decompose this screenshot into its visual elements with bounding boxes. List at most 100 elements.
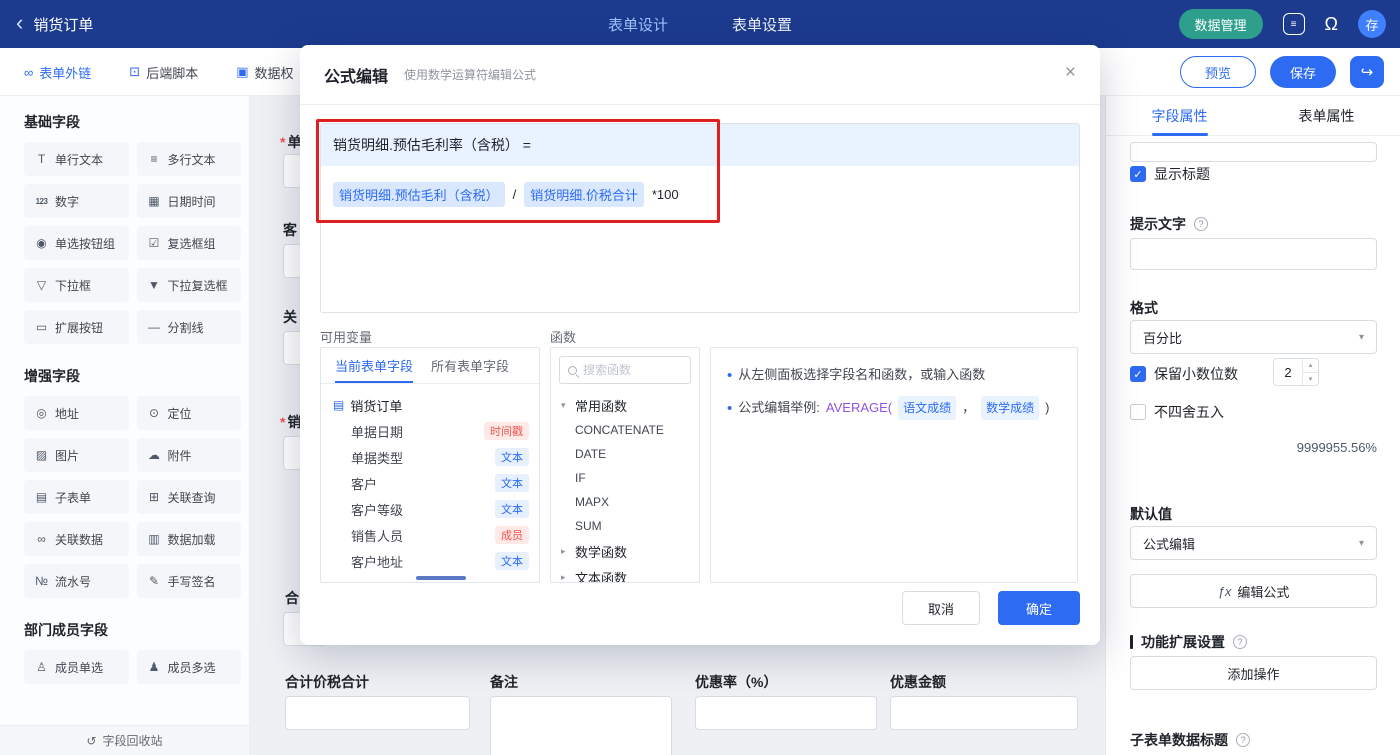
share-button[interactable]: ↪ (1350, 56, 1384, 88)
function-item[interactable]: CONCATENATE (551, 418, 699, 442)
form-external-link-button[interactable]: ∞ 表单外链 (24, 63, 91, 82)
linked-data-icon: ∞ (37, 532, 46, 546)
app-icon[interactable]: ≡ (1282, 13, 1305, 35)
remark-input[interactable] (490, 696, 672, 755)
field-btn-dropdown[interactable]: ▽ 下拉框 (24, 268, 129, 302)
data-manage-button[interactable]: 数据管理 (1178, 9, 1263, 39)
function-search-input[interactable] (583, 363, 682, 377)
save-button[interactable]: 保存 (1270, 56, 1336, 88)
field-btn-multi-dropdown[interactable]: ▼ 下拉复选框 (136, 268, 241, 302)
field-btn-attachment[interactable]: ☁ 附件 (136, 438, 241, 472)
field-btn-data-load[interactable]: ▥ 数据加载 (136, 522, 241, 556)
example-field-chip: 语文成绩 (898, 396, 957, 420)
variables-panel: 当前表单字段 所有表单字段 ▤ 销货订单 单据日期 时间戳 单据类型 文本 客户 文本… (320, 347, 540, 583)
tab-form-design[interactable]: 表单设计 (608, 14, 668, 35)
function-item[interactable]: DATE (551, 442, 699, 466)
field-btn-linked-query[interactable]: ⊞ 关联查询 (136, 480, 241, 514)
tab-form-settings[interactable]: 表单设置 (732, 14, 792, 35)
field-btn-linked-data[interactable]: ∞ 关联数据 (24, 522, 129, 556)
h-scrollbar-thumb[interactable] (416, 576, 466, 580)
field-btn-image[interactable]: ▨ 图片 (24, 438, 129, 472)
tab-all-form-fields[interactable]: 所有表单字段 (431, 348, 509, 383)
field-btn-radio-group[interactable]: ◉ 单选按钮组 (24, 226, 129, 260)
formula-field-chip[interactable]: 销货明细.预估毛利（含税） (333, 182, 505, 207)
edit-formula-button[interactable]: ƒx 编辑公式 (1130, 574, 1377, 608)
function-item[interactable]: SUM (551, 514, 699, 538)
chevron-down-icon: ▾ (1358, 537, 1364, 549)
discount-rate-label: 优惠率（%） (695, 674, 778, 690)
help-icon[interactable]: ? (1233, 635, 1247, 649)
field-btn-extend-button[interactable]: ▭ 扩展按钮 (24, 310, 129, 344)
tree-root-form[interactable]: ▤ 销货订单 (321, 392, 539, 418)
data-permission-button[interactable]: ▣ 数据权 (236, 63, 293, 82)
variable-row[interactable]: 客户等级 文本 (321, 496, 539, 522)
no-rounding-checkbox[interactable] (1130, 404, 1146, 420)
extension-title: 功能扩展设置 (1141, 634, 1225, 650)
confirm-button[interactable]: 确定 (998, 591, 1080, 625)
preview-button[interactable]: 预览 (1180, 56, 1256, 88)
field-btn-divider[interactable]: — 分割线 (136, 310, 241, 344)
back-icon[interactable]: ‹ (16, 11, 23, 34)
format-sample-value: 9999955.56% (1296, 440, 1377, 455)
field-btn-multi-line-text[interactable]: ≡ 多行文本 (136, 142, 241, 176)
function-group-text[interactable]: ▸ 文本函数 (551, 564, 699, 583)
show-title-checkbox[interactable]: ✓ (1130, 166, 1146, 182)
bell-icon[interactable]: Ω (1325, 15, 1338, 33)
variable-row[interactable]: 单据日期 时间戳 (321, 418, 539, 444)
cancel-button[interactable]: 取消 (902, 591, 980, 625)
total-amount-input[interactable] (285, 696, 470, 730)
formula-editor-area[interactable]: 销货明细.预估毛利率（含税） = 销货明细.预估毛利（含税） / 销货明细.价税… (320, 123, 1080, 313)
variable-row[interactable]: 客户 文本 (321, 470, 539, 496)
type-tag: 文本 (495, 448, 529, 466)
help-icon[interactable]: ? (1236, 733, 1250, 747)
close-icon[interactable]: × (1065, 63, 1076, 82)
field-btn-location[interactable]: ⊙ 定位 (136, 396, 241, 430)
formula-field-chip[interactable]: 销货明细.价税合计 (524, 182, 644, 207)
tab-current-form-fields[interactable]: 当前表单字段 (335, 348, 414, 383)
tab-field-properties[interactable]: 字段属性 (1106, 96, 1253, 135)
format-select[interactable]: 百分比 ▾ (1130, 320, 1377, 354)
stepper-down-icon[interactable]: ▾ (1303, 373, 1318, 386)
field-btn-serial-number[interactable]: № 流水号 (24, 564, 129, 598)
field-btn-single-line-text[interactable]: T 单行文本 (24, 142, 129, 176)
format-label: 格式 (1130, 300, 1158, 316)
field-btn-member-single[interactable]: ♙ 成员单选 (24, 650, 129, 684)
title-input-partial[interactable] (1130, 142, 1377, 162)
functions-panel: ▾ 常用函数 CONCATENATE DATE IF MAPX SUM ▸ 数学… (550, 347, 700, 583)
formula-target-line[interactable]: 销货明细.预估毛利率（含税） = (321, 124, 1079, 166)
field-btn-address[interactable]: ◎ 地址 (24, 396, 129, 430)
subform-title-header: 子表单数据标题 ? (1130, 730, 1250, 750)
function-group-common[interactable]: ▾ 常用函数 (551, 392, 699, 418)
discount-amount-input[interactable] (890, 696, 1078, 730)
field-btn-datetime[interactable]: ▦ 日期时间 (136, 184, 241, 218)
function-group-math[interactable]: ▸ 数学函数 (551, 538, 699, 564)
help-icon[interactable]: ? (1194, 217, 1208, 231)
field-btn-checkbox-group[interactable]: ☑ 复选框组 (136, 226, 241, 260)
default-value-select[interactable]: 公式编辑 ▾ (1130, 526, 1377, 560)
function-item[interactable]: IF (551, 466, 699, 490)
decimal-checkbox[interactable]: ✓ (1130, 366, 1146, 382)
variable-row[interactable]: 单据类型 文本 (321, 444, 539, 470)
field-btn-signature[interactable]: ✎ 手写签名 (136, 564, 241, 598)
topbar-right: 数据管理 ≡ Ω 存 (1178, 0, 1386, 48)
field-btn-subform[interactable]: ▤ 子表单 (24, 480, 129, 514)
discount-rate-input[interactable] (695, 696, 877, 730)
decimal-stepper[interactable]: 2 ▴ ▾ (1273, 358, 1319, 386)
variable-row[interactable]: 客户地址 文本 (321, 548, 539, 574)
field-btn-number[interactable]: 123 数字 (24, 184, 129, 218)
avatar[interactable]: 存 (1358, 10, 1386, 38)
tab-form-properties[interactable]: 表单属性 (1253, 96, 1400, 135)
backend-script-button[interactable]: ⊡ 后端脚本 (129, 63, 198, 82)
stepper-up-icon[interactable]: ▴ (1303, 359, 1318, 373)
field-recycle-bin[interactable]: ↺ 字段回收站 (0, 725, 249, 755)
add-action-button[interactable]: 添加操作 (1130, 656, 1377, 690)
bullet-icon: • (727, 366, 733, 384)
hint-text-input[interactable] (1130, 238, 1377, 270)
form-field-label: * 销 (280, 412, 301, 432)
variable-row[interactable]: 销售人员 成员 (321, 522, 539, 548)
check-icon: ✓ (1133, 168, 1143, 181)
format-row: 格式 (1130, 298, 1158, 318)
field-btn-member-multi[interactable]: ♟ 成员多选 (136, 650, 241, 684)
formula-expression-line[interactable]: 销货明细.预估毛利（含税） / 销货明细.价税合计 *100 (333, 182, 1067, 207)
function-item[interactable]: MAPX (551, 490, 699, 514)
